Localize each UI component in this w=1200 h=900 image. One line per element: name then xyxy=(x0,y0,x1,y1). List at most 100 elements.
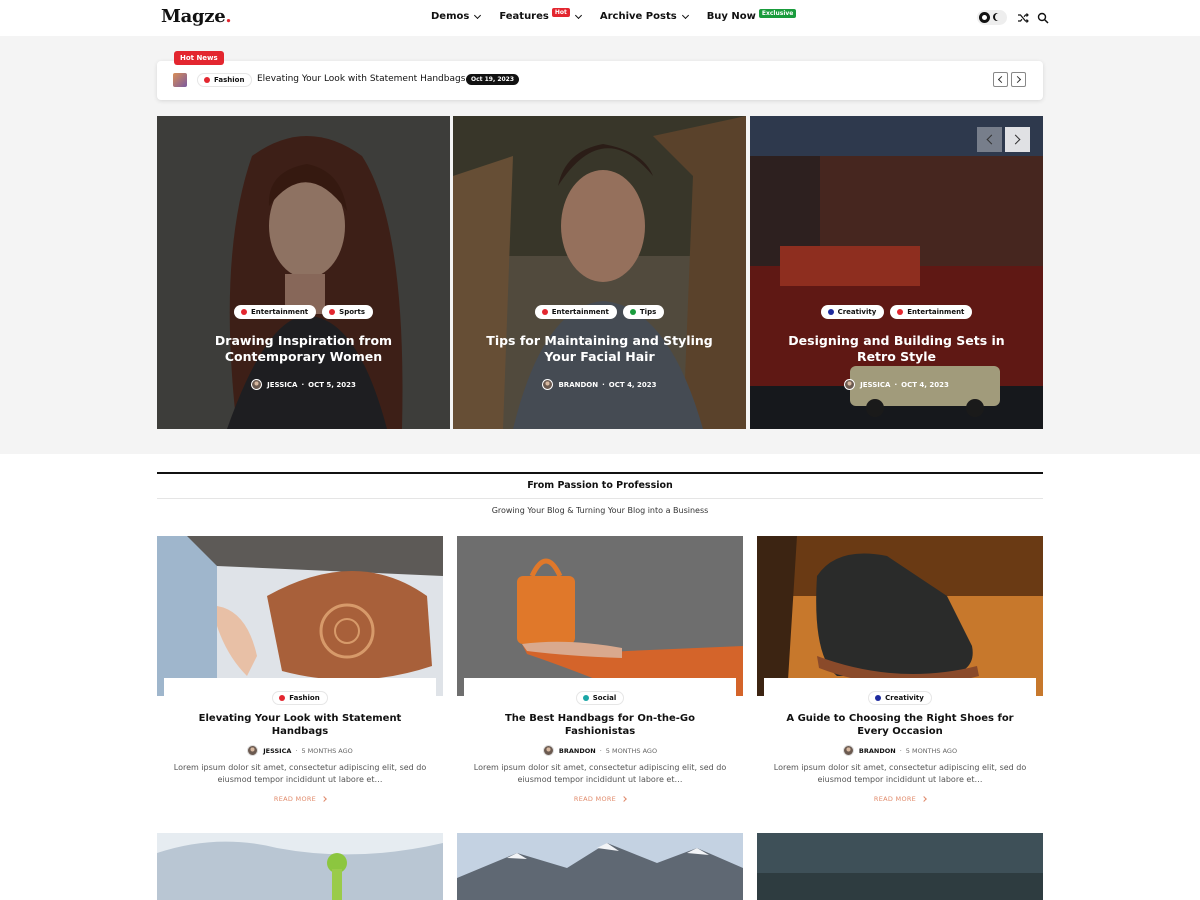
category-dot xyxy=(541,309,548,315)
meta-separator: · xyxy=(295,746,298,755)
section-divider xyxy=(157,498,1043,499)
post-card: Social The Best Handbags for On-the-Go F… xyxy=(457,536,743,805)
post-title[interactable]: Elevating Your Look with Statement Handb… xyxy=(164,712,436,738)
chevron-down-icon xyxy=(474,11,482,19)
avatar xyxy=(542,379,554,390)
slide-categories: Entertainment Sports xyxy=(157,305,450,319)
header-tools xyxy=(977,10,1057,25)
nav-features[interactable]: Features Hot xyxy=(499,8,582,22)
category-dot xyxy=(329,309,336,315)
avatar xyxy=(844,379,856,390)
featured-slide[interactable]: Entertainment Tips Tips for Maintaining … xyxy=(453,116,746,429)
category-pill[interactable]: Social xyxy=(575,691,625,705)
meta-separator: · xyxy=(301,380,305,389)
chevron-right-icon xyxy=(921,796,927,802)
shuffle-icon[interactable] xyxy=(1017,12,1029,24)
category-label: Entertainment xyxy=(251,308,309,316)
post-thumbnail[interactable] xyxy=(757,536,1043,696)
post-thumbnail[interactable] xyxy=(457,833,743,900)
category-pill[interactable]: Sports xyxy=(322,305,373,319)
category-dot xyxy=(582,695,589,701)
post-card-body: Social The Best Handbags for On-the-Go F… xyxy=(464,678,736,805)
nav-buy-now[interactable]: Buy Now Exclusive xyxy=(707,9,797,22)
read-more-label: READ MORE xyxy=(573,795,617,803)
category-label: Entertainment xyxy=(551,308,609,316)
nav-demos[interactable]: Demos xyxy=(431,11,482,22)
post-thumbnail[interactable] xyxy=(757,833,1043,900)
read-more-link[interactable]: READ MORE xyxy=(873,795,927,803)
read-more-link[interactable]: READ MORE xyxy=(274,795,327,803)
read-more-link[interactable]: READ MORE xyxy=(573,795,627,803)
category-pill[interactable]: Creativity xyxy=(820,305,885,319)
post-thumbnail[interactable] xyxy=(157,833,443,900)
category-pill[interactable]: Entertainment xyxy=(234,305,317,319)
meta-separator: · xyxy=(602,380,605,389)
theme-toggle-icon[interactable] xyxy=(977,10,1007,25)
category-pill[interactable]: Entertainment xyxy=(534,305,617,319)
search-icon[interactable] xyxy=(1037,12,1049,24)
post-excerpt: Lorem ipsum dolor sit amet, consectetur … xyxy=(773,763,1027,784)
post-date: OCT 5, 2023 xyxy=(308,380,356,389)
slide-meta: JESSICA · OCT 5, 2023 xyxy=(157,379,450,390)
avatar xyxy=(247,745,259,756)
category-pill[interactable]: Creativity xyxy=(868,691,932,705)
nav-archive-posts[interactable]: Archive Posts xyxy=(600,11,689,22)
ticker-prev-button[interactable] xyxy=(993,72,1008,87)
slider-prev-button[interactable] xyxy=(977,127,1002,152)
category-dot xyxy=(241,309,248,315)
hot-badge: Hot xyxy=(551,8,570,17)
featured-slide[interactable]: Entertainment Sports Drawing Inspiration… xyxy=(157,116,450,429)
post-title[interactable]: The Best Handbags for On-the-Go Fashioni… xyxy=(464,712,736,738)
post-card: Fashion Elevating Your Look with Stateme… xyxy=(157,536,443,805)
category-pill[interactable]: Tips xyxy=(622,305,665,319)
post-thumbnail[interactable] xyxy=(157,536,443,696)
author-name[interactable]: BRANDON xyxy=(859,747,896,755)
category-label: Social xyxy=(592,694,617,702)
ticker-thumbnail[interactable] xyxy=(173,73,187,87)
read-more-label: READ MORE xyxy=(873,795,917,803)
category-dot xyxy=(279,695,286,701)
slide-title[interactable]: Designing and Building Sets in Retro Sty… xyxy=(770,333,1023,365)
section-subtitle: Growing Your Blog & Turning Your Blog in… xyxy=(491,506,709,515)
post-time: 5 MONTHS AGO xyxy=(301,746,353,755)
section-title: From Passion to Profession xyxy=(527,480,673,491)
chevron-right-icon xyxy=(321,796,327,802)
nav-demos-label: Demos xyxy=(431,11,470,22)
category-pill[interactable]: Fashion xyxy=(272,691,328,705)
chevron-right-icon xyxy=(621,796,627,802)
post-thumbnail[interactable] xyxy=(457,536,743,696)
author-name[interactable]: BRANDON xyxy=(559,747,596,755)
post-excerpt: Lorem ipsum dolor sit amet, consectetur … xyxy=(173,763,427,784)
post-time: 5 MONTHS AGO xyxy=(605,746,658,755)
category-label: Sports xyxy=(339,308,365,316)
meta-separator: · xyxy=(899,746,902,755)
avatar xyxy=(251,379,263,390)
nav-features-label: Features xyxy=(499,11,549,22)
post-date: OCT 4, 2023 xyxy=(608,380,657,389)
post-title[interactable]: A Guide to Choosing the Right Shoes for … xyxy=(764,712,1036,738)
author-name[interactable]: JESSICA xyxy=(860,381,890,389)
site-logo[interactable]: Magze. xyxy=(161,6,232,27)
site-header: Magze. Demos Features Hot Archive Posts … xyxy=(0,0,1200,36)
featured-slide[interactable]: Creativity Entertainment Designing and B… xyxy=(750,116,1043,429)
slide-title[interactable]: Tips for Maintaining and Styling Your Fa… xyxy=(473,333,726,365)
news-ticker: Fashion Elevating Your Look with Stateme… xyxy=(157,61,1043,100)
post-card-body: Creativity A Guide to Choosing the Right… xyxy=(764,678,1036,805)
category-label: Tips xyxy=(639,308,657,316)
category-pill[interactable]: Entertainment xyxy=(890,305,973,319)
ticker-date-badge: Oct 19, 2023 xyxy=(466,74,520,85)
slide-title[interactable]: Drawing Inspiration from Contemporary Wo… xyxy=(177,333,430,365)
author-name[interactable]: JESSICA xyxy=(267,381,297,389)
avatar xyxy=(842,745,854,756)
author-name[interactable]: JESSICA xyxy=(263,747,291,755)
main-nav: Demos Features Hot Archive Posts Buy Now… xyxy=(431,8,815,22)
chevron-down-icon xyxy=(574,11,582,19)
ticker-headline[interactable]: Elevating Your Look with Statement Handb… xyxy=(257,74,465,84)
category-label: Entertainment xyxy=(907,308,965,316)
post-meta: JESSICA · 5 MONTHS AGO xyxy=(164,745,436,756)
author-name[interactable]: BRANDON xyxy=(558,381,598,389)
avatar xyxy=(542,745,554,756)
slider-next-button[interactable] xyxy=(1005,127,1030,152)
ticker-category-pill[interactable]: Fashion xyxy=(197,73,253,87)
ticker-next-button[interactable] xyxy=(1011,72,1026,87)
